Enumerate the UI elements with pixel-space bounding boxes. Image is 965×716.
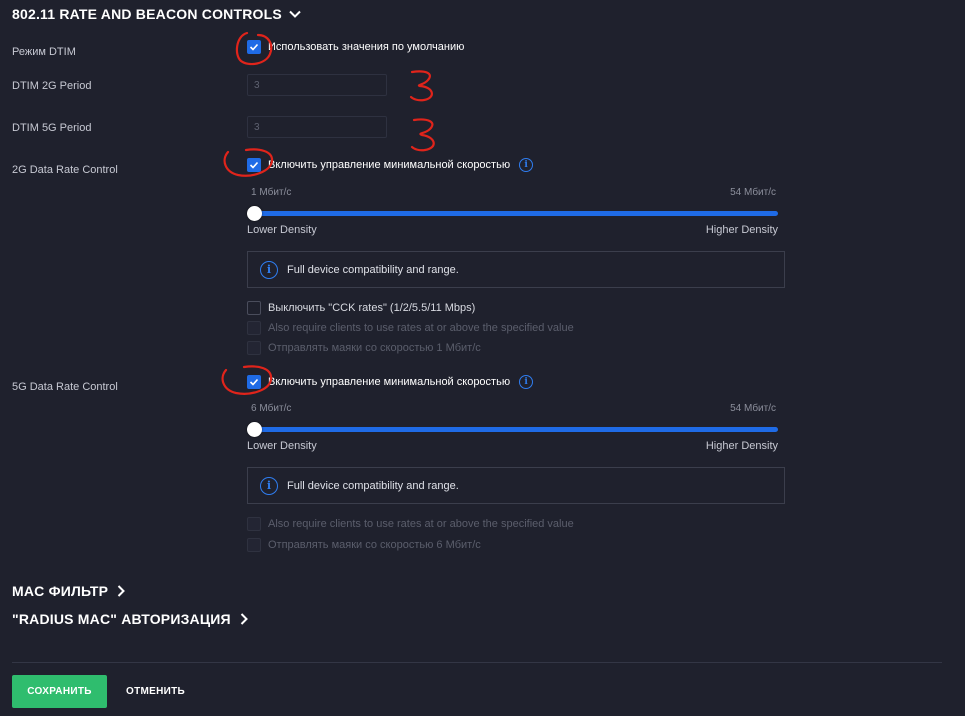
rate-2g-beacon-checkbox	[247, 341, 261, 355]
chevron-right-icon	[240, 613, 248, 625]
rate-5g-enable-checkbox[interactable]	[247, 375, 261, 389]
rate-2g-require-clients-label: Also require clients to use rates at or …	[268, 322, 574, 334]
radius-mac-section-title: "RADIUS MAC" АВТОРИЗАЦИЯ	[12, 611, 231, 627]
rate-5g-require-clients-label: Also require clients to use rates at or …	[268, 518, 574, 530]
rate-5g-max-label: 54 Мбит/с	[730, 403, 776, 414]
rate-2g-disable-cck-checkbox[interactable]	[247, 301, 261, 315]
rate-5g-require-clients-checkbox	[247, 517, 261, 531]
rate-5g-slider-track[interactable]	[252, 427, 778, 432]
rate-2g-slider-handle[interactable]	[247, 206, 262, 221]
rate-2g-beacon-row: Отправлять маяки со скоростью 1 Мбит/с	[247, 341, 481, 355]
rate-2g-disable-cck-row[interactable]: Выключить "CCK rates" (1/2/5.5/11 Mbps)	[247, 301, 475, 315]
info-icon[interactable]: i	[519, 375, 534, 389]
rate-5g-min-label: 6 Мбит/с	[251, 403, 292, 414]
annotation-three-5g	[410, 118, 435, 152]
checkmark-icon	[249, 161, 259, 169]
annotation-three-2g	[409, 70, 433, 102]
rate-2g-enable-checkbox[interactable]	[247, 158, 261, 172]
rate-5g-enable-row[interactable]: Включить управление минимальной скорость…	[247, 375, 534, 389]
rate-2g-require-clients-row: Also require clients to use rates at or …	[247, 321, 574, 335]
handwritten-annotations	[221, 31, 435, 395]
rate-2g-lower-density-label: Lower Density	[247, 224, 317, 236]
checkmark-icon	[249, 378, 259, 386]
rate-2g-min-label: 1 Мбит/с	[251, 187, 292, 198]
mac-filter-section-title: MAC ФИЛЬТР	[12, 583, 109, 599]
rate-2g-label: 2G Data Rate Control	[12, 164, 118, 176]
info-icon: i	[260, 476, 278, 495]
rate-2g-higher-density-label: Higher Density	[705, 224, 778, 236]
dtim-use-defaults-checkbox[interactable]	[247, 40, 261, 54]
save-button[interactable]: СОХРАНИТЬ	[12, 675, 107, 708]
footer-divider	[12, 662, 942, 663]
dtim-2g-label: DTIM 2G Period	[12, 80, 92, 92]
dtim-2g-period-input[interactable]	[247, 74, 387, 96]
rate-2g-max-label: 54 Мбит/с	[730, 187, 776, 198]
dtim-use-defaults-label: Использовать значения по умолчанию	[268, 41, 465, 53]
info-icon[interactable]: i	[519, 158, 534, 172]
rate-2g-enable-row[interactable]: Включить управление минимальной скорость…	[247, 158, 534, 172]
rate-5g-beacon-checkbox	[247, 538, 261, 552]
rate-5g-enable-label: Включить управление минимальной скорость…	[268, 376, 511, 388]
rate-2g-beacon-label: Отправлять маяки со скоростью 1 Мбит/с	[268, 342, 481, 354]
chevron-right-icon	[117, 585, 126, 597]
checkmark-icon	[249, 43, 259, 51]
rate-5g-label: 5G Data Rate Control	[12, 381, 118, 393]
dtim-5g-period-input[interactable]	[247, 116, 387, 138]
cancel-button[interactable]: ОТМЕНИТЬ	[126, 675, 185, 708]
rate-2g-require-clients-checkbox	[247, 321, 261, 335]
chevron-down-icon	[289, 10, 301, 18]
rate-5g-beacon-label: Отправлять маяки со скоростью 6 Мбит/с	[268, 539, 481, 551]
rate-beacon-section-title: 802.11 RATE AND BEACON CONTROLS	[12, 6, 282, 22]
rate-5g-beacon-row: Отправлять маяки со скоростью 6 Мбит/с	[247, 538, 481, 552]
rate-5g-slider-handle[interactable]	[247, 422, 262, 437]
rate-2g-info-box: i Full device compatibility and range.	[247, 251, 785, 288]
dtim-5g-label: DTIM 5G Period	[12, 122, 92, 134]
rate-2g-info-text: Full device compatibility and range.	[287, 263, 459, 276]
rate-5g-lower-density-label: Lower Density	[247, 440, 317, 452]
dtim-use-defaults-row[interactable]: Использовать значения по умолчанию	[247, 40, 464, 54]
rate-2g-enable-label: Включить управление минимальной скорость…	[268, 159, 511, 171]
rate-5g-higher-density-label: Higher Density	[705, 440, 778, 452]
info-icon: i	[260, 260, 278, 279]
rate-beacon-section-header[interactable]: 802.11 RATE AND BEACON CONTROLS	[12, 6, 302, 22]
radius-mac-section-header[interactable]: "RADIUS MAC" АВТОРИЗАЦИЯ	[12, 611, 251, 627]
rate-2g-disable-cck-label: Выключить "CCK rates" (1/2/5.5/11 Mbps)	[268, 302, 476, 314]
rate-5g-require-clients-row: Also require clients to use rates at or …	[247, 517, 574, 531]
rate-5g-info-box: i Full device compatibility and range.	[247, 467, 785, 504]
mac-filter-section-header[interactable]: MAC ФИЛЬТР	[12, 583, 128, 599]
rate-2g-slider-track[interactable]	[252, 211, 778, 216]
rate-5g-info-text: Full device compatibility and range.	[287, 479, 459, 492]
dtim-mode-label: Режим DTIM	[12, 46, 76, 58]
